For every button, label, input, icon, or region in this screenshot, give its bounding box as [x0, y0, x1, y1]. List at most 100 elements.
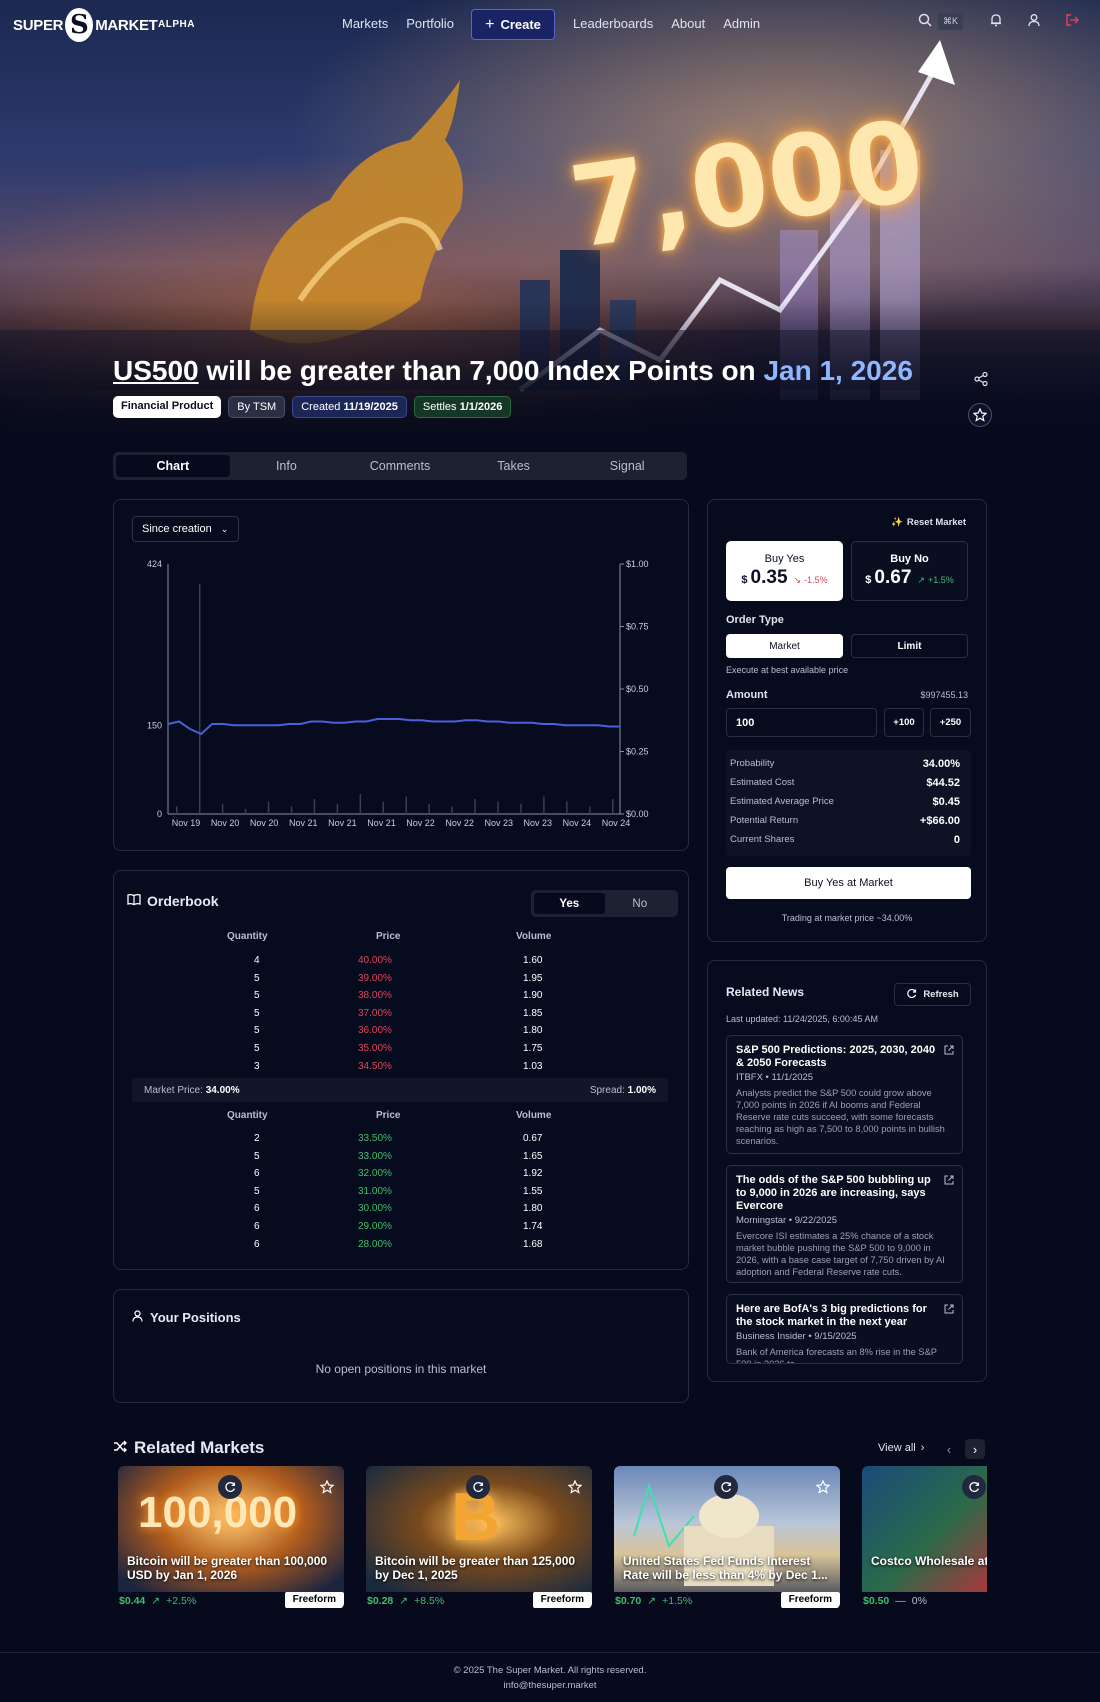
amount-input[interactable]: 100: [726, 708, 877, 737]
news-item-title: S&P 500 Predictions: 2025, 2030, 2040 & …: [736, 1044, 936, 1069]
external-link-icon[interactable]: [944, 1044, 954, 1058]
chevron-down-icon: ⌄: [220, 523, 229, 534]
refresh-icon[interactable]: [466, 1475, 490, 1499]
market-title: US500 will be greater than 7,000 Index P…: [113, 355, 913, 387]
market-card-price: $0.28: [367, 1594, 394, 1607]
nav-markets[interactable]: Markets: [342, 16, 388, 31]
share-icon[interactable]: [973, 371, 989, 390]
user-icon[interactable]: [1027, 13, 1041, 30]
bid-quantity: 5: [254, 1150, 260, 1162]
refresh-icon[interactable]: [962, 1475, 986, 1499]
left-tick-label: 0: [157, 809, 162, 819]
bid-row[interactable]: 6 32.00% 1.92: [114, 1168, 688, 1185]
order-type-limit[interactable]: Limit: [851, 634, 968, 658]
tab-info[interactable]: Info: [230, 455, 344, 477]
refresh-icon[interactable]: [218, 1475, 242, 1499]
bid-row[interactable]: 2 33.50% 0.67: [114, 1133, 688, 1150]
price-chart[interactable]: 4241500$1.00$0.75$0.50$0.25$0.00Nov 19 No…: [114, 550, 688, 840]
tab-chart[interactable]: Chart: [116, 455, 230, 477]
author-chip[interactable]: By TSM: [228, 396, 286, 418]
news-item[interactable]: The odds of the S&P 500 bubbling up to 9…: [726, 1165, 963, 1283]
logo[interactable]: SUPER S MARKET: [13, 8, 158, 42]
volume-bar: [566, 801, 568, 814]
nav-admin[interactable]: Admin: [723, 16, 760, 31]
nav-leaderboards[interactable]: Leaderboards: [573, 16, 653, 31]
range-select[interactable]: Since creation ⌄: [132, 516, 239, 542]
currency-symbol: $: [865, 574, 872, 586]
range-select-value: Since creation: [142, 523, 212, 535]
star-icon[interactable]: [563, 1475, 587, 1499]
right-tick-label: $0.25: [626, 747, 649, 757]
star-icon[interactable]: [315, 1475, 339, 1499]
bid-row[interactable]: 6 29.00% 1.74: [114, 1221, 688, 1238]
search-shortcut: ⌘K: [938, 13, 964, 30]
market-card[interactable]: United States Fed Funds Interest Rate wi…: [614, 1466, 840, 1609]
refresh-icon: [906, 988, 917, 1002]
reset-market-button[interactable]: ✨ Reset Market: [891, 517, 966, 528]
order-type-market[interactable]: Market: [726, 634, 843, 658]
bid-quantity: 5: [254, 1185, 260, 1197]
nav-portfolio[interactable]: Portfolio: [406, 16, 454, 31]
title-date: Jan 1, 2026: [763, 355, 913, 386]
currency-symbol: $: [741, 574, 748, 586]
positions-title-text: Your Positions: [150, 1310, 241, 1325]
left-tick-label: 424: [147, 559, 162, 569]
carousel-prev-button[interactable]: ‹: [939, 1439, 959, 1459]
market-card-tag: Freeform: [532, 1592, 592, 1608]
trend-flat-icon: —: [895, 1594, 906, 1607]
refresh-label: Refresh: [923, 989, 959, 1000]
tab-comments[interactable]: Comments: [343, 455, 457, 477]
trade-panel: ✨ Reset Market Buy Yes $0.35 ↘ -1.5% Buy …: [707, 499, 987, 942]
add-100-button[interactable]: +100: [884, 708, 924, 737]
related-markets-title: Related Markets: [113, 1438, 264, 1458]
view-all-link[interactable]: View all ›: [878, 1442, 924, 1454]
ticker-link[interactable]: US500: [113, 355, 199, 386]
refresh-icon[interactable]: [714, 1475, 738, 1499]
news-item[interactable]: Here are BofA's 3 big predictions for th…: [726, 1294, 963, 1364]
x-tick-label: Nov 19: [172, 818, 201, 828]
news-item-summary: Analysts predict the S&P 500 could grow …: [736, 1088, 945, 1146]
market-card-price: $0.50: [863, 1594, 890, 1607]
news-item[interactable]: S&P 500 Predictions: 2025, 2030, 2040 & …: [726, 1035, 963, 1154]
tab-signal[interactable]: Signal: [570, 455, 684, 477]
market-card-title: Bitcoin will be greater than 125,000 by …: [375, 1554, 576, 1582]
news-item-summary: Bank of America forecasts an 8% rise in …: [736, 1347, 937, 1364]
bid-row[interactable]: 6 28.00% 1.68: [114, 1239, 688, 1255]
volume-bar: [382, 801, 385, 814]
star-icon[interactable]: [811, 1475, 835, 1499]
bell-icon[interactable]: [989, 13, 1003, 30]
tab-takes[interactable]: Takes: [457, 455, 571, 477]
external-link-icon[interactable]: [944, 1303, 954, 1317]
right-tick-label: $1.00: [626, 559, 649, 569]
footer-email[interactable]: info@thesuper.market: [0, 1678, 1100, 1693]
footer-copyright: © 2025 The Super Market. All rights rese…: [453, 1665, 647, 1676]
bid-row[interactable]: 6 30.00% 1.80: [114, 1203, 688, 1220]
external-link-icon[interactable]: [944, 1174, 954, 1188]
x-tick-label: Nov 24: [602, 818, 631, 828]
buy-no-button[interactable]: Buy No $0.67 ↗ +1.5%: [851, 541, 968, 601]
x-tick-label: Nov 21: [289, 818, 318, 828]
refresh-button[interactable]: Refresh: [894, 983, 971, 1006]
market-card-change: +1.5%: [662, 1594, 693, 1607]
bid-quantity: 6: [254, 1168, 260, 1180]
submit-trade-button[interactable]: Buy Yes at Market: [726, 867, 971, 899]
left-tick-label: 150: [147, 721, 162, 731]
trend-up-icon: ↗: [917, 575, 925, 585]
category-chip[interactable]: Financial Product: [113, 396, 222, 418]
market-card[interactable]: B Bitcoin will be greater than 125,000 b…: [366, 1466, 592, 1609]
bid-row[interactable]: 5 31.00% 1.55: [114, 1186, 688, 1203]
x-tick-label: Nov 20: [211, 818, 240, 828]
favorite-star-icon[interactable]: [968, 403, 992, 427]
bid-row[interactable]: 5 33.00% 1.65: [114, 1151, 688, 1168]
nav-about[interactable]: About: [671, 16, 705, 31]
shuffle-icon: [113, 1438, 127, 1458]
buy-yes-button[interactable]: Buy Yes $0.35 ↘ -1.5%: [726, 541, 843, 601]
carousel-next-button[interactable]: ›: [965, 1439, 985, 1459]
footer: © 2025 The Super Market. All rights rese…: [0, 1652, 1100, 1702]
create-button[interactable]: + Create: [471, 9, 555, 40]
market-card[interactable]: Costco Wholesale at least 5.81 $0.50 — 0%: [862, 1466, 987, 1609]
market-card[interactable]: 100,000 Bitcoin will be greater than 100…: [118, 1466, 344, 1609]
logout-icon[interactable]: [1065, 13, 1080, 30]
add-250-button[interactable]: +250: [930, 708, 971, 737]
search-icon[interactable]: [918, 13, 932, 30]
